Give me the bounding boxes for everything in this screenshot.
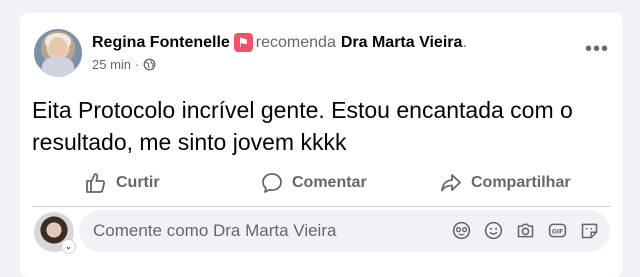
- svg-text:GIF: GIF: [552, 229, 563, 236]
- comment-input[interactable]: Comente como Dra Marta Vieira: [93, 221, 336, 241]
- sticker-icon[interactable]: [579, 220, 600, 241]
- share-button[interactable]: Compartilhar: [439, 165, 571, 201]
- more-options-icon[interactable]: •••: [585, 39, 609, 59]
- like-button[interactable]: Curtir: [84, 165, 160, 201]
- comment-button[interactable]: Comentar: [260, 165, 367, 201]
- comment-composer[interactable]: Comente como Dra Marta Vieira GIF: [79, 210, 610, 252]
- recommend-icon: ⚑: [233, 33, 253, 52]
- emoji-icon[interactable]: [483, 220, 504, 241]
- composer-icons: GIF: [451, 220, 600, 241]
- share-label: Compartilhar: [471, 174, 571, 191]
- author-avatar[interactable]: [34, 29, 82, 77]
- actions-divider: [32, 206, 611, 207]
- globe-icon[interactable]: [143, 58, 156, 71]
- post-header: Regina Fontenelle ⚑ recomenda Dra Marta …: [92, 33, 467, 52]
- meta-separator: ·: [135, 57, 140, 72]
- recommends-text: recomenda: [255, 33, 336, 51]
- comment-bubble-icon: [262, 173, 282, 193]
- comment-label: Comentar: [292, 174, 367, 191]
- gif-icon[interactable]: GIF: [547, 220, 568, 241]
- author-name[interactable]: Regina Fontenelle: [92, 34, 230, 52]
- post-meta: 25 min ·: [92, 57, 156, 72]
- like-label: Curtir: [116, 174, 160, 191]
- avatar-sticker-icon[interactable]: [451, 220, 472, 241]
- camera-icon[interactable]: [515, 220, 536, 241]
- share-arrow-icon: [441, 174, 461, 192]
- thumbs-up-icon: [86, 173, 106, 193]
- post-actions: Curtir Comentar Compartilhar: [20, 165, 623, 201]
- post-timestamp[interactable]: 25 min: [92, 57, 131, 72]
- post-body: Eita Protocolo incrível gente. Estou enc…: [32, 97, 573, 155]
- page-suffix: .: [462, 33, 467, 51]
- chevron-down-icon[interactable]: ⌄: [61, 239, 76, 254]
- post-card: Regina Fontenelle ⚑ recomenda Dra Marta …: [20, 13, 623, 277]
- page-name[interactable]: Dra Marta Vieira: [341, 34, 463, 52]
